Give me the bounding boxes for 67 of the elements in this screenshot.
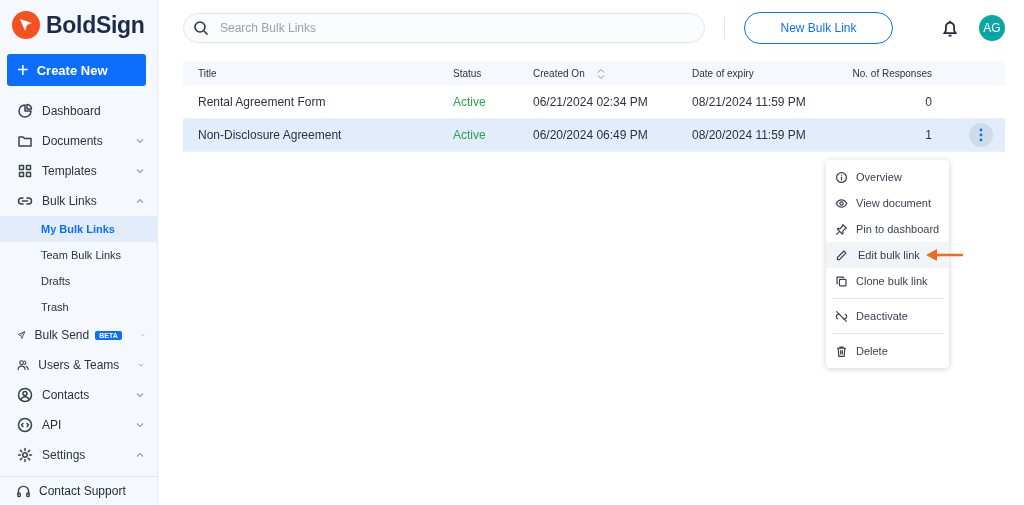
menu-item[interactable]: Clone bulk link — [826, 268, 949, 294]
menu-item[interactable]: Overview — [826, 164, 949, 190]
search-icon — [193, 20, 209, 36]
pointer-arrow — [926, 249, 964, 261]
unlink-icon — [835, 309, 848, 323]
menu-item[interactable]: Edit bulk link — [826, 242, 949, 268]
column-header[interactable]: Created On — [533, 67, 692, 80]
column-header: Title — [197, 68, 218, 79]
bell-icon[interactable] — [940, 18, 960, 38]
chevron-icon[interactable] — [135, 420, 145, 430]
table-cell-text: 08/21/2024 11:59 PM — [692, 95, 807, 109]
table-cell-text: 06/20/2024 06:49 PM — [533, 128, 649, 142]
chevron-icon[interactable] — [135, 136, 145, 146]
sort-icon[interactable] — [596, 67, 605, 80]
more-options-button[interactable] — [969, 123, 993, 147]
sidebar-subitem[interactable]: Trash — [0, 294, 157, 320]
sidebar-item[interactable]: Bulk Links — [0, 186, 157, 216]
table-cell-text: 0 — [924, 95, 932, 109]
chevron-icon[interactable] — [135, 390, 145, 400]
gear-icon — [17, 447, 33, 463]
pie-chart-icon — [17, 103, 33, 119]
sidebar-item[interactable]: Documents — [0, 126, 157, 156]
menu-item[interactable]: Pin to dashboard — [826, 216, 949, 242]
headset-icon — [16, 483, 31, 499]
menu-item[interactable]: Delete — [826, 338, 949, 364]
api-icon — [17, 417, 33, 433]
info-icon — [835, 170, 848, 184]
eye-icon — [835, 196, 848, 210]
menu-item[interactable]: View document — [826, 190, 949, 216]
chevron-icon[interactable] — [135, 166, 145, 176]
table-row[interactable]: Non-Disclosure Agreement Active 06/20/2024 06:49 PM 08/20/2024 11:59 PM 1 — [183, 119, 1005, 152]
copy-icon — [835, 274, 848, 288]
status-label: Active — [453, 95, 487, 109]
new-bulk-link-button[interactable]: New Bulk Link — [744, 12, 893, 44]
sidebar-item[interactable]: Dashboard — [0, 96, 157, 126]
sidebar-subitem[interactable]: Team Bulk Links — [0, 242, 157, 268]
brand-name: BoldSign — [46, 11, 145, 39]
sidebar-item[interactable]: Users & Teams — [0, 350, 157, 380]
create-new-button[interactable]: + Create New — [7, 54, 146, 86]
users-icon — [17, 357, 30, 373]
sidebar-item[interactable]: API — [0, 410, 157, 440]
chevron-icon[interactable] — [135, 450, 145, 460]
sidebar-subitem[interactable]: My Bulk Links — [0, 216, 157, 242]
contact-icon — [17, 387, 33, 403]
pin-icon — [835, 222, 848, 236]
logo-icon — [12, 11, 40, 39]
status-label: Active — [453, 128, 487, 142]
search-field[interactable]: Search Bulk Links — [183, 13, 705, 43]
pencil-icon — [835, 248, 848, 262]
kebab-icon — [979, 128, 983, 142]
table-cell-text: Non-Disclosure Agreement — [197, 128, 343, 142]
column-header: No. of Responses — [851, 68, 932, 79]
menu-item[interactable]: Deactivate — [826, 303, 949, 329]
grid-icon — [17, 163, 33, 179]
sidebar-subitem[interactable]: Drafts — [0, 268, 157, 294]
table-cell-text: 06/21/2024 02:34 PM — [533, 95, 649, 109]
trash-icon — [835, 344, 848, 358]
sidebar-item[interactable]: Contacts — [0, 380, 157, 410]
table-cell-text: Rental Agreement Form — [197, 95, 327, 109]
table-cell-text: 08/20/2024 11:59 PM — [692, 128, 807, 142]
column-header: Date of expiry — [692, 68, 755, 79]
chevron-icon[interactable] — [135, 196, 145, 206]
sidebar-item[interactable]: Templates — [0, 156, 157, 186]
column-header: Status — [453, 68, 483, 79]
folder-icon — [17, 133, 33, 149]
table-cell-text: 1 — [924, 128, 932, 142]
sidebar-item[interactable]: Settings — [0, 440, 157, 470]
